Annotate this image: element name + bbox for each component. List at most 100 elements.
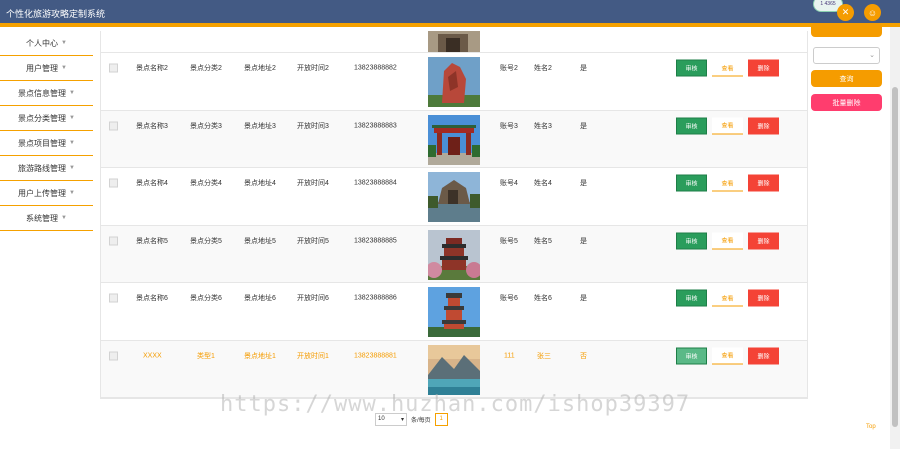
cell-account: 账号5	[500, 237, 518, 245]
vertical-scrollbar[interactable]	[890, 27, 900, 449]
batch-delete-button[interactable]: 批量删除	[811, 94, 882, 111]
cell-scenic-name: 景点名称4	[136, 180, 168, 187]
scenic-image	[428, 229, 480, 280]
filter-select[interactable]: ⌄	[813, 47, 880, 64]
table-row-partial	[101, 31, 807, 53]
row-checkbox[interactable]	[109, 236, 118, 245]
sidebar-item-profile[interactable]: 个人中心 ▼	[0, 31, 93, 56]
view-button[interactable]: 查看	[712, 232, 743, 249]
cell-audit-status: 是	[580, 180, 587, 187]
audit-button[interactable]: 审核	[676, 289, 707, 307]
row-checkbox[interactable]	[109, 293, 118, 303]
sidebar-item-scenic-info[interactable]: 景点信息管理 ▼	[0, 81, 93, 106]
scrollbar-thumb[interactable]	[892, 87, 898, 427]
fullscreen-icon[interactable]: ✕	[837, 4, 854, 21]
cell-scenic-address: 景点地址1	[244, 352, 276, 360]
cell-open-hours: 开放时间2	[297, 65, 329, 72]
cell-account: 账号6	[500, 295, 518, 302]
user-avatar-icon[interactable]: ☺	[864, 4, 881, 21]
cell-phone: 13823888884	[354, 179, 397, 187]
scenic-image	[428, 31, 480, 52]
sidebar-item-scenic-category[interactable]: 景点分类管理 ▼	[0, 106, 93, 131]
cell-scenic-category: 景点分类2	[190, 65, 222, 72]
cell-open-hours: 开放时间3	[297, 122, 329, 130]
cell-scenic-name: 景点名称3	[136, 122, 168, 130]
cell-scenic-name: XXXX	[143, 352, 162, 359]
table-row: 景点名称5 景点分类5 景点地址5 开放时间5 13823888885 账号5 姓名5 是 审核…	[101, 225, 807, 283]
cell-scenic-category: 景点分类3	[190, 122, 222, 130]
row-checkbox[interactable]	[109, 351, 118, 360]
cell-realname: 姓名4	[534, 180, 552, 187]
sidebar-item-scenic-project[interactable]: 景点项目管理 ▼	[0, 131, 93, 156]
sidebar-item-uploads[interactable]: 用户上传管理 ▼	[0, 181, 93, 206]
view-button[interactable]: 查看	[712, 117, 743, 134]
add-button-partial[interactable]	[811, 23, 882, 37]
cell-realname: 姓名2	[534, 65, 552, 72]
sidebar-item-label: 景点分类管理	[18, 113, 67, 123]
delete-button[interactable]: 删除	[748, 232, 779, 249]
cell-scenic-category: 类型1	[197, 352, 215, 360]
table-row: 景点名称2 景点分类2 景点地址2 开放时间2 13823888882 账号2 姓名2 是 审核…	[101, 53, 807, 111]
cell-audit-status: 是	[580, 65, 587, 72]
scenic-image	[428, 57, 480, 107]
view-button[interactable]: 查看	[712, 174, 743, 192]
chevron-down-icon: ⌄	[869, 52, 875, 59]
cell-realname: 姓名3	[534, 122, 552, 130]
scenic-image	[428, 287, 480, 337]
sidebar-item-label: 个人中心	[26, 38, 59, 48]
sidebar-item-routes[interactable]: 旅游路线管理 ▼	[0, 156, 93, 181]
sidebar-item-label: 用户上传管理	[18, 188, 67, 198]
delete-button[interactable]: 删除	[748, 289, 779, 307]
chevron-down-icon: ▼	[69, 115, 75, 121]
chevron-down-icon: ▼	[61, 40, 67, 46]
cell-audit-status: 是	[580, 237, 587, 245]
view-button[interactable]: 查看	[712, 59, 743, 77]
table-row: XXXX 类型1 景点地址1 开放时间1 13823888881 111 张三 否 审核 查看 删除	[101, 340, 807, 398]
sidebar-item-label: 旅游路线管理	[18, 163, 67, 173]
scenic-image	[428, 114, 480, 165]
scenic-image	[428, 344, 480, 395]
row-checkbox[interactable]	[109, 63, 118, 73]
delete-button[interactable]: 删除	[748, 174, 779, 192]
chevron-down-icon: ▼	[69, 190, 75, 196]
cell-realname: 姓名5	[534, 237, 552, 245]
cell-realname: 张三	[537, 352, 551, 360]
cell-scenic-name: 景点名称6	[136, 295, 168, 302]
table-row: 景点名称4 景点分类4 景点地址4 开放时间4 13823888884 账号4 姓名4 是 审核…	[101, 168, 807, 226]
cell-audit-status: 是	[580, 122, 587, 130]
audit-button[interactable]: 审核	[676, 117, 707, 134]
sidebar: 个人中心 ▼ 用户管理 ▼ 景点信息管理 ▼ 景点分类管理 ▼ 景点项目管理 ▼ 旅游路线…	[0, 31, 93, 449]
row-checkbox[interactable]	[109, 121, 118, 130]
view-button[interactable]: 查看	[712, 289, 743, 307]
cell-scenic-name: 景点名称5	[136, 237, 168, 245]
watermark: https://www.huzhan.com/ishop39397	[220, 392, 691, 417]
chevron-down-icon: ▼	[61, 215, 67, 221]
data-table: 景点名称2 景点分类2 景点地址2 开放时间2 13823888882 账号2 姓名2 是审核…	[100, 31, 808, 399]
cell-account: 账号4	[500, 180, 518, 187]
sidebar-item-label: 用户管理	[26, 63, 59, 73]
audit-button[interactable]: 审核	[676, 59, 707, 77]
cell-account: 账号2	[500, 65, 518, 72]
sidebar-item-label: 景点信息管理	[18, 88, 67, 98]
query-button[interactable]: 查询	[811, 70, 882, 87]
delete-button[interactable]: 删除	[748, 347, 779, 364]
audit-button[interactable]: 审核	[676, 232, 707, 249]
chevron-down-icon: ▼	[69, 140, 75, 146]
sidebar-item-system[interactable]: 系统管理 ▼	[0, 206, 93, 231]
back-to-top-link[interactable]: Top	[866, 424, 876, 430]
table-row: 景点名称6 景点分类6 景点地址6 开放时间6 13823888886 账号6 姓名6 是 审核…	[101, 283, 807, 341]
cell-audit-status: 是	[580, 295, 587, 302]
sidebar-item-users[interactable]: 用户管理 ▼	[0, 56, 93, 81]
cell-scenic-address: 景点地址6	[244, 295, 276, 302]
delete-button[interactable]: 删除	[748, 59, 779, 77]
audit-button[interactable]: 审核	[676, 174, 707, 192]
row-checkbox[interactable]	[109, 178, 118, 188]
cell-phone: 13823888886	[354, 294, 397, 302]
audit-button[interactable]: 审核	[676, 347, 707, 364]
delete-button[interactable]: 删除	[748, 117, 779, 134]
sidebar-item-label: 系统管理	[26, 213, 59, 223]
table-row: 景点名称3 景点分类3 景点地址3 开放时间3 13823888883 账号3 姓名3 是 审核…	[101, 110, 807, 168]
cell-scenic-name: 景点名称2	[136, 65, 168, 72]
view-button[interactable]: 查看	[712, 347, 743, 364]
cell-open-hours: 开放时间1	[297, 352, 329, 360]
